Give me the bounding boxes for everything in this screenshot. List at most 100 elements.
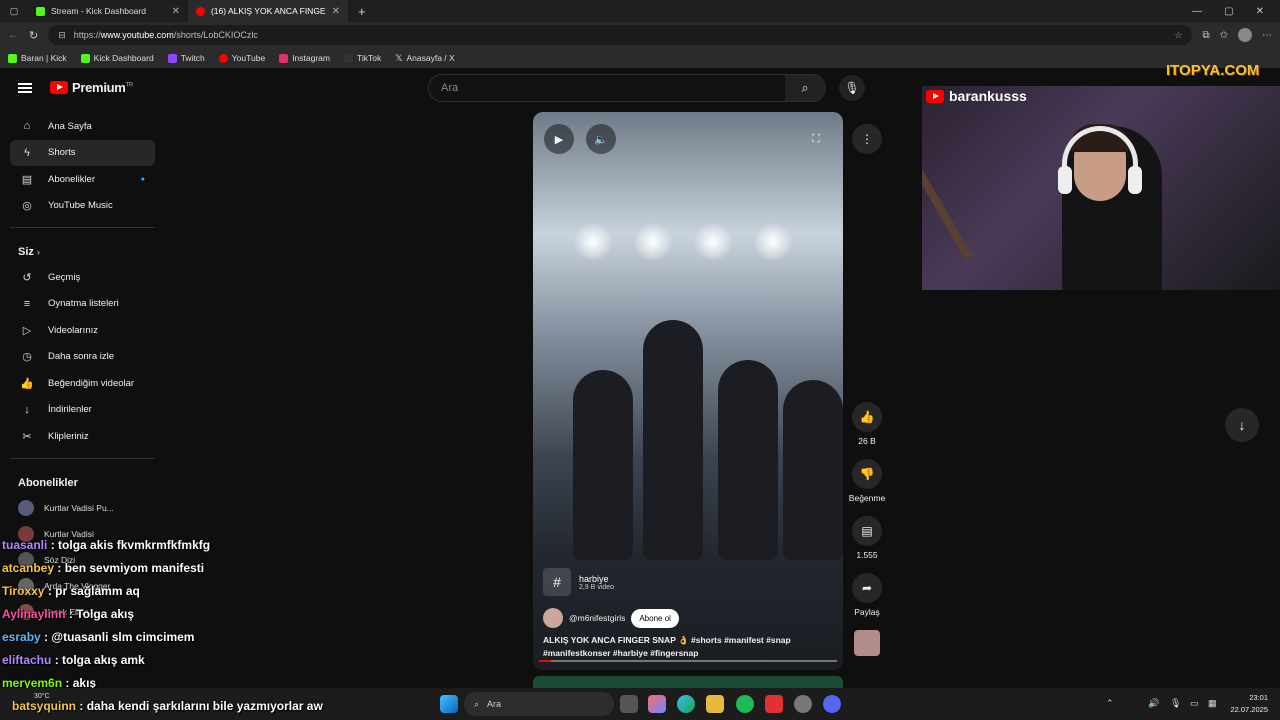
sidebar-item-shorts[interactable]: ϟ Shorts: [10, 139, 155, 166]
channel-avatar[interactable]: [543, 608, 563, 628]
short-description[interactable]: ALKIŞ YOK ANCA FINGER SNAP 👌 #shorts #ma…: [543, 634, 823, 660]
url-path: /shorts/LobCKIOCzlc: [173, 30, 258, 40]
sidebar-item-playlists[interactable]: ≡ Oynatma listeleri: [10, 291, 155, 318]
reload-icon[interactable]: ↻: [29, 29, 38, 42]
new-content-dot: ●: [140, 175, 145, 183]
maximize-icon[interactable]: ▢: [1224, 6, 1233, 17]
edge-icon[interactable]: [677, 695, 695, 713]
copilot-icon[interactable]: [648, 695, 666, 713]
dancer-figure: [718, 360, 778, 560]
search-bar: Ara ⌕: [428, 74, 826, 102]
search-button[interactable]: ⌕: [785, 75, 825, 101]
section-you[interactable]: Siz ›: [10, 236, 155, 264]
bookmark-twitch[interactable]: Twitch: [167, 53, 205, 63]
sidebar-item-clips[interactable]: ✂ Klipleriniz: [10, 423, 155, 450]
kick-icon: [36, 6, 45, 16]
profile-avatar[interactable]: [1238, 28, 1252, 42]
subscription-item[interactable]: Kurtlar Vadisi Pu...: [10, 495, 155, 521]
site-info-icon[interactable]: ⊟: [58, 30, 66, 41]
mic-icon[interactable]: 🎙: [1170, 698, 1181, 709]
bookmark-kick-dashboard[interactable]: Kick Dashboard: [80, 53, 154, 63]
shorts-video-player[interactable]: ▶ 🔈 ⛶ # harbiye 2,9 B video @m6nifestgirl…: [533, 112, 843, 670]
youtube-header-logo: PremiumTR: [18, 80, 133, 95]
chevron-up-icon[interactable]: ⌃: [1106, 698, 1114, 709]
chat-text: : tolga akis fkvmkrmfkfmkfg: [50, 538, 211, 552]
tab-youtube-short[interactable]: (16) ALKIŞ YOK ANCA FINGER SN ✕: [188, 0, 348, 22]
task-view-icon[interactable]: [620, 695, 638, 713]
close-tab-icon[interactable]: ✕: [332, 6, 340, 17]
favorites-icon[interactable]: ✩: [1220, 30, 1228, 41]
guitar-shape: [922, 142, 972, 260]
subscribe-button[interactable]: Abone ol: [631, 608, 679, 628]
voice-search-button[interactable]: 🎙: [839, 75, 865, 101]
chat-user: tuasanli: [2, 538, 48, 552]
progress-bar[interactable]: [539, 660, 837, 662]
audio-thumbnail[interactable]: [854, 630, 880, 656]
stage-light: [693, 222, 733, 262]
sidebar-item-subscriptions[interactable]: ▤ Abonelikler ●: [10, 166, 155, 193]
chat-message: atcanbey : ben sevmiyom manifesti: [2, 560, 422, 583]
hashtag-chip[interactable]: # harbiye 2,9 B video: [543, 568, 833, 596]
sidebar-item-label: Shorts: [48, 147, 76, 159]
spotify-icon[interactable]: [736, 695, 754, 713]
sidebar-item-downloads[interactable]: ↓ İndirilenler: [10, 397, 155, 424]
close-tab-icon[interactable]: ✕: [172, 6, 180, 17]
sidebar-item-liked-videos[interactable]: 👍 Beğendiğim videolar: [10, 370, 155, 397]
bookmark-youtube[interactable]: YouTube: [218, 53, 265, 63]
headset-earcup: [1058, 166, 1072, 194]
more-options-button[interactable]: ⋮: [852, 124, 882, 154]
section-subscriptions: Abonelikler: [18, 476, 78, 489]
tab-actions-icon[interactable]: ▢: [0, 6, 28, 17]
app-icon[interactable]: [765, 695, 783, 713]
share-button[interactable]: ➦ Paylaş: [845, 573, 889, 617]
arrow-down-icon: ↓: [1238, 417, 1246, 433]
speaker-icon[interactable]: 🔊: [1148, 698, 1159, 709]
start-menu-icon[interactable]: [440, 695, 458, 713]
your-videos-icon: ▷: [22, 324, 32, 337]
favorite-star-icon[interactable]: ☆: [1174, 30, 1182, 41]
youtube-logo[interactable]: PremiumTR: [50, 80, 133, 95]
close-window-icon[interactable]: ✕: [1256, 6, 1264, 17]
chevron-right-icon: ›: [36, 247, 40, 257]
comments-button[interactable]: ▤ 1.555: [845, 516, 889, 560]
file-explorer-icon[interactable]: [706, 695, 724, 713]
tab-kick-dashboard[interactable]: Stream - Kick Dashboard ✕: [28, 0, 188, 22]
bookmark-baran-kick[interactable]: Baran | Kick: [8, 53, 67, 63]
discord-icon[interactable]: [823, 695, 841, 713]
bookmark-instagram[interactable]: Instagram: [279, 53, 330, 63]
sidebar-item-youtube-music[interactable]: ◎ YouTube Music: [10, 193, 155, 220]
channel-handle[interactable]: @m6nifestgirls: [569, 613, 625, 623]
play-button[interactable]: ▶: [544, 124, 574, 154]
sidebar-item-home[interactable]: ⌂ Ana Sayfa: [10, 113, 155, 140]
taskbar-search[interactable]: ⌕ Ara: [464, 692, 614, 716]
app-icon[interactable]: [794, 695, 812, 713]
chat-message: Aylinaylinn : Tolga akış: [2, 606, 422, 629]
clock[interactable]: 23:01 22.07.2025: [1230, 692, 1268, 716]
x-icon: 𝕏: [395, 52, 403, 63]
minimize-icon[interactable]: —: [1192, 6, 1202, 17]
url-field[interactable]: ⊟ https://www.youtube.com/shorts/LobCKIO…: [48, 25, 1193, 45]
bookmark-x[interactable]: 𝕏 Anasayfa / X: [395, 53, 454, 64]
display-icon[interactable]: ▭: [1190, 698, 1199, 709]
sponsor-watermark: ITOPYA.COM: [1166, 62, 1260, 79]
back-icon[interactable]: ←: [8, 29, 19, 41]
sidebar-item-watch-later[interactable]: ◷ Daha sonra izle: [10, 344, 155, 371]
volume-button[interactable]: 🔈: [586, 124, 616, 154]
network-icon[interactable]: ▦: [1208, 698, 1217, 709]
fullscreen-button[interactable]: ⛶: [801, 124, 831, 154]
search-input[interactable]: Ara: [429, 82, 785, 94]
menu-dots-icon[interactable]: ⋯: [1262, 30, 1272, 41]
hamburger-menu-icon[interactable]: [18, 82, 32, 93]
like-button[interactable]: 👍 26 B: [845, 402, 889, 446]
chat-text: : @tuasanli slm cimcimem: [44, 630, 195, 644]
sidebar-item-history[interactable]: ↺ Geçmiş: [10, 264, 155, 291]
subscriptions-icon: ▤: [21, 173, 33, 186]
sidebar-item-your-videos[interactable]: ▷ Videolarınız: [10, 317, 155, 344]
bookmark-tiktok[interactable]: TikTok: [343, 53, 381, 63]
extensions-icon[interactable]: ⧉: [1202, 30, 1209, 41]
dislike-label: Beğenme: [848, 493, 886, 503]
dislike-button[interactable]: 👎 Beğenme: [845, 459, 889, 503]
instagram-icon: [279, 53, 289, 63]
new-tab-button[interactable]: +: [348, 4, 376, 19]
next-video-button[interactable]: ↓: [1225, 408, 1259, 442]
